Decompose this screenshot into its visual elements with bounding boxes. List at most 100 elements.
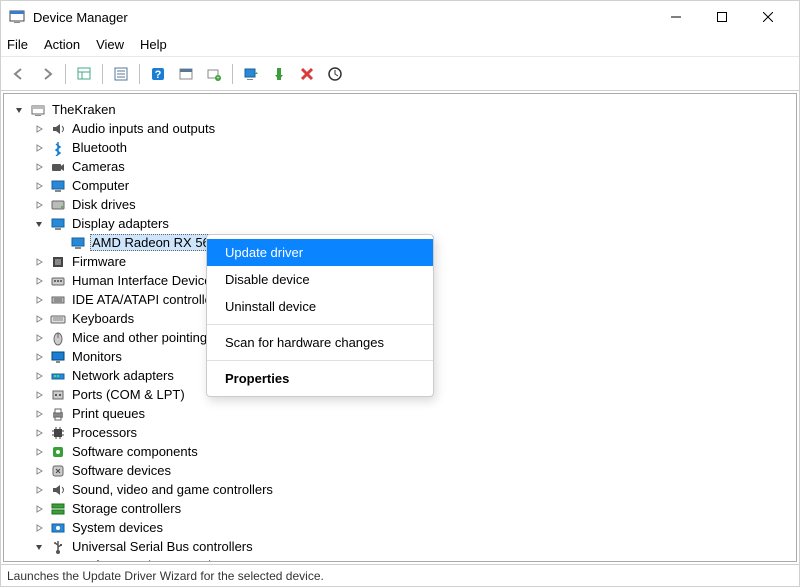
expand-icon[interactable] [32,521,46,535]
expand-icon[interactable] [32,464,46,478]
maximize-button[interactable] [699,2,745,32]
separator [65,64,66,84]
back-button[interactable] [7,62,31,86]
context-item[interactable]: Scan for hardware changes [207,329,433,356]
menubar: File Action View Help [1,33,799,57]
expand-icon[interactable] [32,426,46,440]
expand-icon[interactable] [32,331,46,345]
expand-icon[interactable] [32,293,46,307]
window-title: Device Manager [33,10,653,25]
tree-category[interactable]: Computer [8,176,792,195]
expand-icon[interactable] [32,198,46,212]
mon-icon [50,349,66,365]
tree-item-label: Universal Serial Bus controllers [70,539,255,554]
help-button[interactable]: ? [146,62,170,86]
separator [102,64,103,84]
collapse-icon[interactable] [32,540,46,554]
collapse-icon[interactable] [32,217,46,231]
cam-icon [50,159,66,175]
forward-button[interactable] [35,62,59,86]
tree-item-label: Computer [70,178,131,193]
refresh-button[interactable] [323,62,347,86]
update-driver-button[interactable] [239,62,263,86]
tree-category[interactable]: Processors [8,423,792,442]
tree-category[interactable]: Software components [8,442,792,461]
context-item[interactable]: Disable device [207,266,433,293]
tree-item-label: Sound, video and game controllers [70,482,275,497]
tree-category[interactable]: Bluetooth [8,138,792,157]
cpu-icon [50,425,66,441]
separator [232,64,233,84]
tree-category[interactable]: Cameras [8,157,792,176]
menu-help[interactable]: Help [140,37,167,52]
expand-icon[interactable] [32,179,46,193]
disp-icon [50,216,66,232]
tree-category[interactable]: Display adapters [8,214,792,233]
tree-item-label: Network adapters [70,368,176,383]
kbd-icon [50,311,66,327]
tree-category[interactable]: Sound, video and game controllers [8,480,792,499]
expand-icon[interactable] [32,255,46,269]
uninstall-button[interactable] [295,62,319,86]
disable-button[interactable] [267,62,291,86]
expand-icon[interactable] [32,141,46,155]
context-separator [207,324,433,325]
expand-icon[interactable] [32,350,46,364]
tree-device[interactable]: Generic USB Hub [8,556,792,562]
mouse-icon [50,330,66,346]
collapse-icon[interactable] [12,103,26,117]
statusbar: Launches the Update Driver Wizard for th… [1,564,799,586]
expand-icon[interactable] [32,369,46,383]
hid-icon [50,273,66,289]
window-controls [653,2,791,32]
tree-root[interactable]: TheKraken [8,100,792,119]
context-menu: Update driverDisable deviceUninstall dev… [206,234,434,397]
tree-category[interactable]: Audio inputs and outputs [8,119,792,138]
tree-item-label: Software devices [70,463,173,478]
fw-icon [50,254,66,270]
menu-action[interactable]: Action [44,37,80,52]
properties-button[interactable] [109,62,133,86]
tree-item-label: Software components [70,444,200,459]
context-item[interactable]: Properties [207,365,433,392]
expand-icon[interactable] [32,483,46,497]
context-item[interactable]: Uninstall device [207,293,433,320]
tree-item-label: Human Interface Device [70,273,213,288]
expand-icon[interactable] [32,407,46,421]
tree-item-label: TheKraken [50,102,118,117]
tree-item-label: Mice and other pointing [70,330,209,345]
tree-category[interactable]: Print queues [8,404,792,423]
expand-icon[interactable] [32,160,46,174]
tree-item-label: System devices [70,520,165,535]
tree-item-label: IDE ATA/ATAPI controlle [70,292,214,307]
tree-category[interactable]: Universal Serial Bus controllers [8,537,792,556]
close-button[interactable] [745,2,791,32]
minimize-button[interactable] [653,2,699,32]
show-hide-tree-button[interactable] [72,62,96,86]
svg-text:?: ? [155,69,162,81]
expand-icon[interactable] [32,274,46,288]
tree-item-label: Firmware [70,254,128,269]
expand-icon[interactable] [32,445,46,459]
tree-item-label: Processors [70,425,139,440]
menu-view[interactable]: View [96,37,124,52]
action-button[interactable] [174,62,198,86]
bt-icon [50,140,66,156]
tree-item-label: Generic USB Hub [110,558,217,562]
usb-icon [50,539,66,555]
tree-category[interactable]: Disk drives [8,195,792,214]
expand-icon[interactable] [32,122,46,136]
tree-item-label: Display adapters [70,216,171,231]
tree-item-label: Storage controllers [70,501,183,516]
scan-hardware-button[interactable]: + [202,62,226,86]
swd-icon [50,463,66,479]
context-item[interactable]: Update driver [207,239,433,266]
menu-file[interactable]: File [7,37,28,52]
expand-icon[interactable] [32,502,46,516]
device-tree[interactable]: TheKraken Audio inputs and outputsBluetoo… [3,93,797,562]
expand-icon[interactable] [32,312,46,326]
tree-category[interactable]: System devices [8,518,792,537]
tree-category[interactable]: Storage controllers [8,499,792,518]
expand-icon[interactable] [32,388,46,402]
tree-category[interactable]: Software devices [8,461,792,480]
